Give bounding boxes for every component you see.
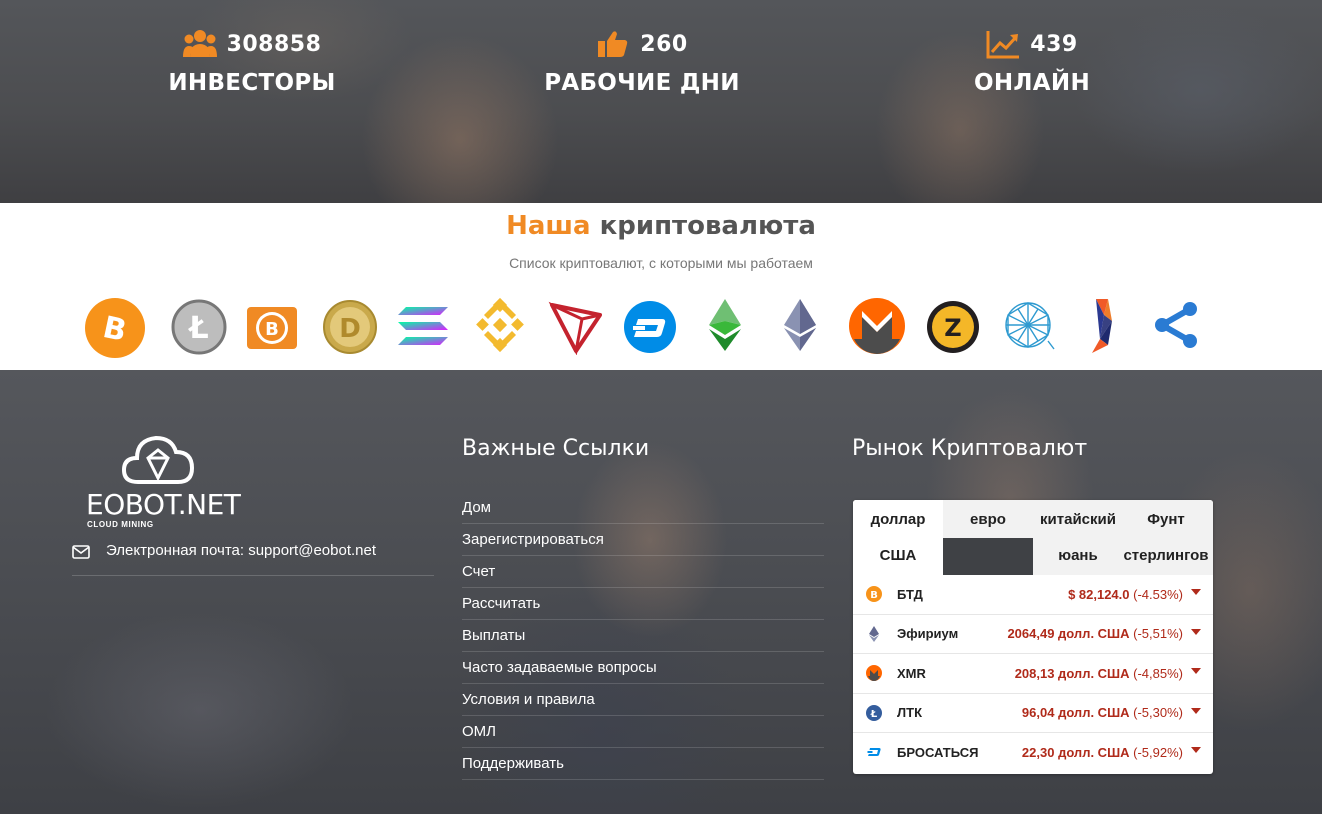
crypto-section: Наша криптовалюта Список криптовалют, с … bbox=[0, 203, 1322, 370]
bitcoin-icon: B bbox=[866, 586, 882, 602]
stat-investors: 308858 ИНВЕСТОРЫ bbox=[122, 24, 382, 96]
tab-usd[interactable]: доллар США bbox=[853, 500, 943, 575]
site-logo[interactable]: EOBOT.NET CLOUD MINING bbox=[82, 430, 242, 530]
market-row-dash[interactable]: БРОСАТЬСЯ 22,30 долл. США (-5,92%) bbox=[853, 733, 1213, 773]
caret-down-icon bbox=[1191, 628, 1201, 635]
coin-price: 208,13 долл. США (-4,85%) bbox=[1014, 665, 1183, 681]
link-support[interactable]: Поддерживать bbox=[462, 748, 824, 780]
monero-icon bbox=[866, 665, 882, 681]
email-contact[interactable]: Электронная почта: support@eobot.net bbox=[72, 542, 434, 576]
svg-text:B: B bbox=[870, 590, 878, 601]
solana-icon bbox=[398, 307, 448, 345]
tron-icon bbox=[548, 301, 602, 355]
footer: EOBOT.NET CLOUD MINING Электронная почта… bbox=[0, 370, 1322, 814]
coin-name: БТД bbox=[897, 586, 923, 602]
stat-label: РАБОЧИЕ ДНИ bbox=[544, 70, 740, 96]
stat-label: ОНЛАЙН bbox=[973, 70, 1090, 96]
binance-icon bbox=[476, 297, 524, 353]
link-account[interactable]: Счет bbox=[462, 556, 824, 588]
ethereum-icon bbox=[869, 625, 879, 642]
coin-price: 2064,49 долл. США (-5,51%) bbox=[1007, 626, 1183, 642]
thumbs-up-icon bbox=[598, 31, 628, 57]
stat-online: 439 ОНЛАЙН bbox=[902, 24, 1162, 96]
links-heading: Важные Ссылки bbox=[462, 436, 650, 461]
logo-name: EOBOT.NET bbox=[86, 488, 241, 521]
stat-value: 439 bbox=[1030, 31, 1078, 57]
crypto-market-widget: доллар США евро китайский юань Фунт стер… bbox=[853, 500, 1213, 774]
link-payouts[interactable]: Выплаты bbox=[462, 620, 824, 652]
dash-icon bbox=[867, 748, 881, 756]
market-row-btc[interactable]: B БТД $ 82,124.0 (-4.53%) bbox=[853, 575, 1213, 615]
stat-working-days: 260 РАБОЧИЕ ДНИ bbox=[512, 24, 772, 96]
litecoin-icon: Ł bbox=[866, 704, 882, 721]
stat-value: 260 bbox=[640, 31, 688, 57]
qtum-icon bbox=[1005, 302, 1055, 350]
market-heading: Рынок Криптовалют bbox=[852, 436, 1088, 461]
users-icon bbox=[182, 30, 217, 57]
envelope-icon bbox=[72, 545, 90, 559]
market-rows: B БТД $ 82,124.0 (-4.53%) Эфириум 2064,4… bbox=[853, 575, 1213, 773]
caret-down-icon bbox=[1191, 707, 1201, 714]
market-row-eth[interactable]: Эфириум 2064,49 долл. США (-5,51%) bbox=[853, 615, 1213, 654]
link-terms[interactable]: Условия и правила bbox=[462, 684, 824, 716]
stats-banner: 308858 ИНВЕСТОРЫ 260 РАБОЧИЕ ДНИ 439 ОНЛ… bbox=[0, 0, 1322, 203]
trend-chart-icon bbox=[986, 31, 1020, 59]
coin-name: XMR bbox=[897, 665, 926, 681]
coin-name: Эфириум bbox=[897, 626, 959, 642]
tab-cny[interactable]: китайский юань bbox=[1033, 500, 1123, 575]
svg-text:Z: Z bbox=[944, 314, 961, 342]
link-calculate[interactable]: Рассчитать bbox=[462, 588, 824, 620]
market-row-xmr[interactable]: XMR 208,13 долл. США (-4,85%) bbox=[853, 654, 1213, 694]
coin-list: B Ł B D Z bbox=[0, 295, 1322, 365]
section-title: Наша криптовалюта bbox=[0, 211, 1322, 241]
monero-icon bbox=[849, 298, 905, 354]
stat-label: ИНВЕСТОРЫ bbox=[168, 70, 336, 96]
coin-price: $ 82,124.0 (-4.53%) bbox=[1068, 586, 1183, 602]
link-home[interactable]: Дом bbox=[462, 492, 824, 524]
cloud-logo-icon bbox=[121, 435, 195, 484]
svg-text:D: D bbox=[339, 314, 361, 344]
caret-down-icon bbox=[1191, 668, 1201, 674]
bitcoin-cash-icon: B bbox=[247, 307, 297, 349]
email-label: Электронная почта: support@eobot.net bbox=[106, 542, 377, 559]
svg-text:Ł: Ł bbox=[187, 311, 208, 346]
dogecoin-icon: D bbox=[323, 300, 377, 354]
link-aml[interactable]: ОМЛ bbox=[462, 716, 824, 748]
section-title-rest: криптовалюта bbox=[599, 211, 816, 241]
section-title-accent: Наша bbox=[506, 211, 591, 241]
currency-tabs: доллар США евро китайский юань Фунт стер… bbox=[853, 500, 1213, 575]
tab-gbp[interactable]: Фунт стерлингов bbox=[1118, 500, 1213, 575]
svg-text:Ł: Ł bbox=[870, 709, 878, 720]
stat-value: 308858 bbox=[226, 31, 322, 57]
ethereum-classic-icon bbox=[709, 299, 741, 351]
zcash-icon: Z bbox=[927, 301, 979, 353]
bitcoin-icon: B bbox=[85, 298, 145, 358]
market-row-ltc[interactable]: Ł ЛТК 96,04 долл. США (-5,30%) bbox=[853, 694, 1213, 733]
tab-eur[interactable]: евро bbox=[943, 500, 1033, 538]
ripple-icon bbox=[1155, 302, 1197, 348]
ravencoin-icon bbox=[1092, 299, 1112, 353]
link-faq[interactable]: Часто задаваемые вопросы bbox=[462, 652, 824, 684]
dash-icon bbox=[624, 301, 676, 353]
coin-name: ЛТК bbox=[897, 705, 922, 721]
coin-price: 22,30 долл. США (-5,92%) bbox=[1021, 745, 1183, 761]
coin-price: 96,04 долл. США (-5,30%) bbox=[1021, 705, 1183, 721]
coin-name: БРОСАТЬСЯ bbox=[897, 745, 979, 761]
litecoin-icon: Ł bbox=[171, 299, 227, 355]
caret-down-icon bbox=[1191, 747, 1201, 753]
logo-tagline: CLOUD MINING bbox=[87, 520, 154, 529]
ethereum-icon bbox=[784, 299, 816, 351]
link-register[interactable]: Зарегистрироваться bbox=[462, 524, 824, 556]
caret-down-icon bbox=[1191, 589, 1201, 595]
tab-usd-overflow bbox=[943, 538, 1033, 575]
svg-text:B: B bbox=[265, 319, 279, 340]
section-subtitle: Список криптовалют, с которыми мы работа… bbox=[509, 255, 813, 271]
important-links: Дом Зарегистрироваться Счет Рассчитать В… bbox=[462, 492, 824, 780]
